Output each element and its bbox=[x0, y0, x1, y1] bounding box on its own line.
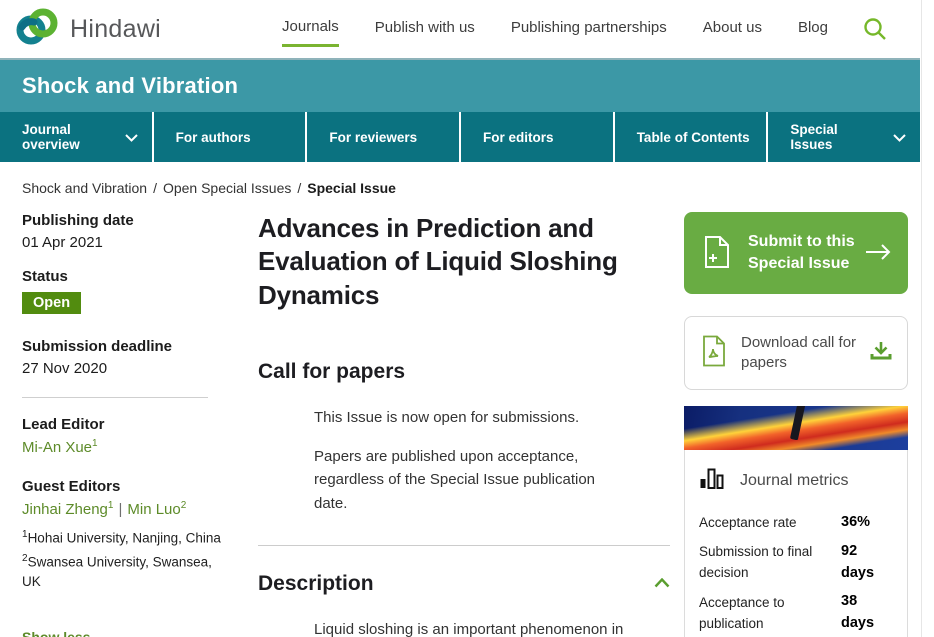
divider bbox=[258, 545, 670, 546]
journal-cover-image bbox=[684, 406, 908, 450]
publishing-date-value: 01 Apr 2021 bbox=[22, 234, 230, 251]
affiliation: 1Hohai University, Nanjing, China bbox=[22, 528, 230, 548]
metric-row: Acceptance rate 36% bbox=[699, 512, 893, 534]
metric-row: Acceptance to publication 38 days bbox=[699, 591, 893, 635]
breadcrumb-current: Special Issue bbox=[307, 180, 396, 196]
call-for-papers-paragraph: This Issue is now open for submissions. bbox=[314, 406, 632, 429]
page: Hindawi Journals Publish with us Publish… bbox=[0, 0, 920, 637]
metric-row: Submission to final decision 92 days bbox=[699, 541, 893, 585]
nav-journals[interactable]: Journals bbox=[282, 12, 339, 47]
breadcrumb-separator: / bbox=[153, 180, 157, 196]
content: Publishing date 01 Apr 2021 Status Open … bbox=[0, 212, 920, 637]
hindawi-logo[interactable]: Hindawi bbox=[14, 7, 161, 52]
affiliation: 2Swansea University, Swansea, UK bbox=[22, 552, 230, 592]
document-plus-icon bbox=[702, 235, 732, 272]
description-heading: Description bbox=[258, 572, 374, 596]
tab-table-of-contents[interactable]: Table of Contents bbox=[615, 112, 769, 162]
nav-publish-with-us[interactable]: Publish with us bbox=[375, 13, 475, 45]
description-section-toggle[interactable]: Description bbox=[258, 572, 670, 596]
page-title: Advances in Prediction and Evaluation of… bbox=[258, 212, 670, 312]
chevron-down-icon bbox=[125, 130, 138, 145]
call-for-papers-heading: Call for papers bbox=[258, 360, 670, 384]
breadcrumb-separator: / bbox=[297, 180, 301, 196]
status-label: Status bbox=[22, 268, 230, 285]
lead-editor-label: Lead Editor bbox=[22, 416, 230, 433]
download-icon bbox=[869, 339, 893, 368]
scrollbar-track[interactable] bbox=[921, 0, 934, 637]
tab-special-issues[interactable]: Special Issues bbox=[768, 112, 920, 162]
nav-about-us[interactable]: About us bbox=[703, 13, 762, 45]
chevron-down-icon bbox=[893, 130, 906, 145]
call-for-papers-paragraph: Papers are published upon acceptance, re… bbox=[314, 445, 632, 515]
publishing-date-label: Publishing date bbox=[22, 212, 230, 229]
journal-banner: Shock and Vibration bbox=[0, 60, 920, 112]
status-badge: Open bbox=[22, 292, 81, 314]
editor-separator: | bbox=[118, 501, 122, 518]
deadline-value: 27 Nov 2020 bbox=[22, 360, 230, 377]
deadline-label: Submission deadline bbox=[22, 338, 230, 355]
guest-editor-link[interactable]: Jinhai Zheng1 bbox=[22, 501, 113, 518]
tab-for-authors[interactable]: For authors bbox=[154, 112, 308, 162]
journal-metrics-panel: Journal metrics Acceptance rate 36% Subm… bbox=[684, 406, 908, 637]
arrow-right-icon bbox=[864, 243, 892, 264]
action-sidebar: Submit to this Special Issue Download ca… bbox=[684, 212, 908, 637]
show-less-link[interactable]: Show less bbox=[22, 629, 90, 637]
issue-meta-sidebar: Publishing date 01 Apr 2021 Status Open … bbox=[22, 212, 230, 637]
breadcrumb-open-special-issues[interactable]: Open Special Issues bbox=[163, 180, 291, 196]
nav-blog[interactable]: Blog bbox=[798, 13, 828, 45]
download-call-for-papers[interactable]: Download call for papers bbox=[684, 316, 908, 390]
breadcrumb: Shock and Vibration / Open Special Issues /… bbox=[22, 180, 898, 196]
hindawi-rings-icon bbox=[14, 7, 60, 52]
nav-publishing-partnerships[interactable]: Publishing partnerships bbox=[511, 13, 667, 45]
divider bbox=[22, 397, 208, 398]
search-icon[interactable] bbox=[862, 16, 888, 42]
guest-editor-link[interactable]: Min Luo2 bbox=[127, 501, 186, 518]
journal-metrics-heading: Journal metrics bbox=[740, 472, 848, 490]
guest-editors-label: Guest Editors bbox=[22, 478, 230, 495]
journal-title: Shock and Vibration bbox=[22, 73, 238, 99]
pdf-file-icon bbox=[701, 335, 727, 372]
chevron-up-icon[interactable] bbox=[654, 575, 670, 593]
download-label: Download call for papers bbox=[741, 333, 863, 374]
description-paragraph: Liquid sloshing is an important phenomen… bbox=[314, 618, 632, 637]
site-header: Hindawi Journals Publish with us Publish… bbox=[0, 0, 920, 60]
journal-tabbar: Journal overview For authors For reviewe… bbox=[0, 112, 920, 162]
brand-name: Hindawi bbox=[70, 15, 161, 44]
tab-for-editors[interactable]: For editors bbox=[461, 112, 615, 162]
lead-editor-link[interactable]: Mi-An Xue1 bbox=[22, 439, 98, 456]
tab-for-reviewers[interactable]: For reviewers bbox=[307, 112, 461, 162]
special-issue-main: Advances in Prediction and Evaluation of… bbox=[258, 212, 670, 637]
breadcrumb-journal[interactable]: Shock and Vibration bbox=[22, 180, 147, 196]
submit-button-label: Submit to this Special Issue bbox=[748, 231, 858, 274]
bar-chart-icon bbox=[699, 466, 724, 496]
tab-journal-overview[interactable]: Journal overview bbox=[0, 112, 154, 162]
submit-button[interactable]: Submit to this Special Issue bbox=[684, 212, 908, 294]
top-nav: Journals Publish with us Publishing part… bbox=[282, 12, 828, 47]
